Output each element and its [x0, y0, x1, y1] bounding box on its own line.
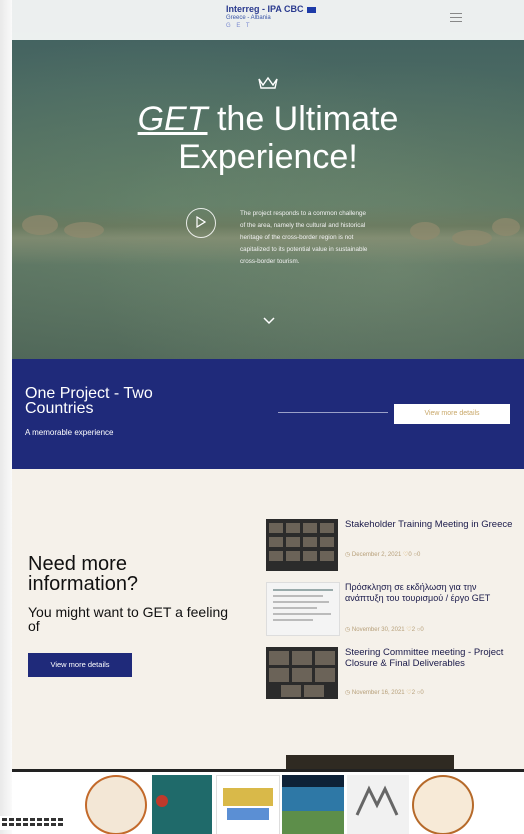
- museum-logo[interactable]: [347, 775, 409, 834]
- welcome-tourism-logo[interactable]: [282, 775, 344, 834]
- band-subtitle: A memorable experience: [25, 428, 114, 437]
- page-frame: Interreg - IPA CBC Greece - Albania G E …: [12, 0, 524, 834]
- hero-title-highlight: GET: [137, 100, 208, 138]
- albanian-emblem-logo[interactable]: [152, 775, 212, 834]
- news-post[interactable]: Πρόσκληση σε εκδήλωση για την ανάπτυξη τ…: [266, 582, 516, 644]
- clock-icon: ◷: [345, 690, 351, 696]
- hamburger-menu-icon[interactable]: [450, 13, 462, 23]
- eu-flag-icon: [306, 6, 316, 13]
- info-text: You might want to GET a feeling of: [28, 604, 229, 634]
- post-likes: 2: [411, 690, 416, 696]
- post-date: November 16, 2021: [351, 690, 405, 696]
- hero-section: Interreg - IPA CBC Greece - Albania G E …: [12, 0, 524, 359]
- post-thumbnail[interactable]: [266, 582, 340, 636]
- top-navigation-bar: Interreg - IPA CBC Greece - Albania G E …: [12, 0, 524, 40]
- partner-strip-banner: [286, 755, 454, 769]
- info-view-details-button[interactable]: View more details: [28, 653, 132, 677]
- project-band: One Project - Two Countries A memorable …: [12, 359, 524, 469]
- play-video-button[interactable]: [186, 208, 216, 238]
- post-title[interactable]: Steering Committee meeting - Project Clo…: [345, 647, 513, 669]
- info-section: Need more information? You might want to…: [12, 469, 524, 769]
- band-view-details-button[interactable]: View more details: [394, 404, 510, 424]
- band-title: One Project - Two Countries: [25, 385, 153, 417]
- post-title[interactable]: Πρόσκληση σε εκδήλωση για την ανάπτυξη τ…: [345, 582, 513, 604]
- hero-title-line2: Experience!: [178, 138, 358, 176]
- post-date: November 30, 2021: [351, 627, 405, 633]
- post-thumbnail[interactable]: [266, 647, 338, 699]
- post-date: December 2, 2021: [351, 552, 402, 558]
- cultural-association-logo[interactable]: [412, 775, 474, 834]
- post-meta: ◷ November 16, 2021 ♡2 ○0: [345, 689, 424, 696]
- rock-decoration: [64, 222, 104, 238]
- rock-decoration: [492, 218, 520, 236]
- post-likes: 2: [411, 627, 416, 633]
- news-post[interactable]: Steering Committee meeting - Project Clo…: [266, 647, 516, 709]
- news-post[interactable]: Stakeholder Training Meeting in Greece ◷…: [266, 519, 516, 581]
- left-edge: [0, 0, 12, 834]
- post-comments: 0: [420, 690, 424, 696]
- rock-decoration: [410, 222, 440, 240]
- hero-description: The project responds to a common challen…: [240, 210, 368, 265]
- partner-logos-strip: [12, 769, 524, 834]
- clock-icon: ◷: [345, 627, 351, 633]
- rock-decoration: [22, 215, 58, 235]
- get-routes-logo[interactable]: [216, 775, 280, 834]
- crown-icon: [258, 76, 278, 89]
- logo-subtitle: Greece - Albania: [226, 15, 271, 21]
- post-meta: ◷ December 2, 2021 ♡0 ○0: [345, 551, 420, 558]
- chevron-down-icon[interactable]: [263, 317, 275, 325]
- hero-title: GET the Ultimate Experience!: [12, 100, 524, 176]
- logo-title: Interreg - IPA CBC: [226, 4, 304, 14]
- post-thumbnail[interactable]: [266, 519, 338, 571]
- play-icon: [196, 216, 206, 228]
- clock-icon: ◷: [345, 552, 351, 558]
- post-meta: ◷ November 30, 2021 ♡2 ○0: [345, 626, 424, 633]
- post-comments: 0: [420, 627, 424, 633]
- interreg-logo[interactable]: Interreg - IPA CBC Greece - Albania G E …: [226, 4, 336, 34]
- band-divider: [278, 412, 388, 413]
- post-title[interactable]: Stakeholder Training Meeting in Greece: [345, 519, 513, 530]
- logo-acronym: G E T: [226, 23, 252, 29]
- post-comments: 0: [417, 552, 421, 558]
- university-seal-logo[interactable]: [85, 775, 147, 834]
- keyboard-icon[interactable]: [0, 816, 66, 830]
- info-heading: Need more information?: [28, 553, 139, 595]
- post-likes: 0: [408, 552, 412, 558]
- hero-title-rest: the Ultimate: [207, 100, 399, 138]
- rock-decoration: [452, 230, 492, 246]
